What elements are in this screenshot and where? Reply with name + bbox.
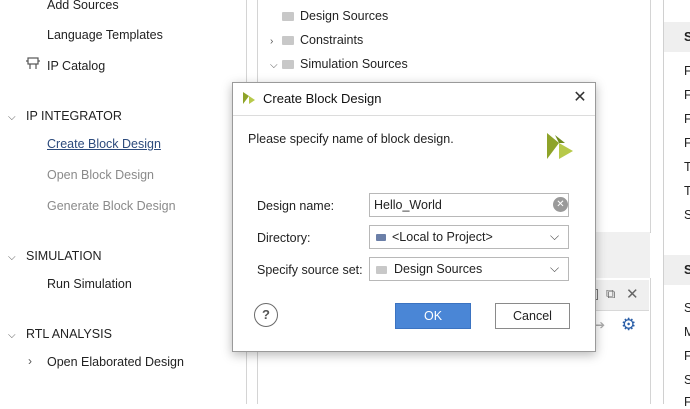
design-name-label: Design name: [257, 199, 335, 213]
section-label: IP INTEGRATOR [26, 109, 122, 123]
cancel-button[interactable]: Cancel [495, 303, 570, 329]
chevron-down-icon[interactable]: ⌵ [270, 60, 282, 71]
design-name-input[interactable]: Hello_World ✕ [369, 193, 569, 217]
nav-run-simulation[interactable]: Run Simulation [47, 277, 132, 291]
right-row: F [684, 349, 690, 363]
right-header-1: S [664, 22, 690, 52]
help-button[interactable]: ? [254, 303, 278, 327]
directory-select[interactable]: <Local to Project> ⌵ [369, 225, 569, 249]
xilinx-logo-icon [543, 129, 577, 166]
chevron-right-icon[interactable]: › [270, 36, 282, 47]
gear-icon[interactable]: ⚙ [621, 315, 636, 335]
ip-catalog-icon [26, 57, 40, 74]
tree-row-simulation-sources[interactable]: ⌵ Simulation Sources [270, 57, 408, 71]
nav-language-templates[interactable]: Language Templates [47, 28, 163, 42]
chevron-right-icon[interactable]: › [28, 354, 32, 368]
nav-create-block-design[interactable]: Create Block Design [47, 137, 161, 151]
create-block-design-dialog: Create Block Design ✕ Please specify nam… [232, 82, 596, 352]
right-row: F [684, 395, 690, 409]
ok-button[interactable]: OK [395, 303, 471, 329]
tree-row-design-sources[interactable]: Design Sources [282, 9, 388, 23]
chevron-down-icon: ⌵ [8, 330, 16, 341]
directory-icon [376, 234, 386, 241]
right-row: F [684, 64, 690, 78]
nav-add-sources[interactable]: Add Sources [47, 0, 119, 12]
close-icon[interactable]: ✕ [626, 285, 639, 303]
right-row: S [684, 208, 690, 222]
folder-icon [282, 12, 294, 21]
chevron-down-icon: ⌵ [8, 252, 16, 263]
chevron-down-icon: ⌵ [8, 112, 16, 123]
right-row: T [684, 184, 690, 198]
xilinx-logo-icon [241, 90, 257, 109]
tree-label: Simulation Sources [300, 57, 408, 71]
right-header-text: S [684, 263, 690, 277]
nav-open-elaborated-design[interactable]: Open Elaborated Design [47, 355, 184, 369]
folder-icon [282, 36, 294, 45]
title-divider [233, 115, 595, 116]
folder-icon [282, 60, 294, 69]
right-row: S [684, 301, 690, 315]
right-row: M [684, 325, 690, 339]
source-set-label: Specify source set: [257, 263, 363, 277]
directory-value: <Local to Project> [392, 230, 493, 244]
tree-row-constraints[interactable]: › Constraints [270, 33, 363, 47]
dialog-title: Create Block Design [263, 91, 382, 106]
float-icon[interactable]: ⧉ [606, 286, 615, 302]
close-icon[interactable]: ✕ [569, 87, 591, 109]
right-header-2: S [664, 255, 690, 285]
nav-open-block-design: Open Block Design [47, 168, 155, 182]
chevron-down-icon[interactable]: ⌵ [550, 229, 559, 244]
right-panel: S F F F F T T S S S M F S F [663, 0, 690, 409]
nav-ip-catalog[interactable]: IP Catalog [47, 59, 105, 73]
chevron-down-icon[interactable]: ⌵ [550, 261, 559, 276]
folder-icon [376, 266, 387, 274]
dialog-prompt: Please specify name of block design. [248, 132, 454, 146]
source-set-select[interactable]: Design Sources ⌵ [369, 257, 569, 281]
section-simulation[interactable]: ⌵ SIMULATION [8, 249, 101, 263]
forward-icon[interactable]: ➔ [595, 318, 605, 332]
source-set-value: Design Sources [394, 262, 483, 276]
design-name-value: Hello_World [374, 198, 442, 212]
right-row: F [684, 112, 690, 126]
right-row: S [684, 373, 690, 387]
right-row: T [684, 160, 690, 174]
section-rtl-analysis[interactable]: ⌵ RTL ANALYSIS [8, 327, 112, 341]
section-ip-integrator[interactable]: ⌵ IP INTEGRATOR [8, 109, 122, 123]
section-label: SIMULATION [26, 249, 102, 263]
tree-label: Design Sources [300, 9, 389, 23]
directory-label: Directory: [257, 231, 311, 245]
clear-icon[interactable]: ✕ [553, 197, 568, 212]
section-label: RTL ANALYSIS [26, 327, 112, 341]
flow-navigator: Add Sources Language Templates IP Catalo… [0, 0, 247, 404]
right-header-text: S [684, 30, 690, 44]
tree-label: Constraints [300, 33, 364, 47]
nav-generate-block-design: Generate Block Design [47, 199, 176, 213]
right-row: F [684, 136, 690, 150]
right-row: F [684, 88, 690, 102]
